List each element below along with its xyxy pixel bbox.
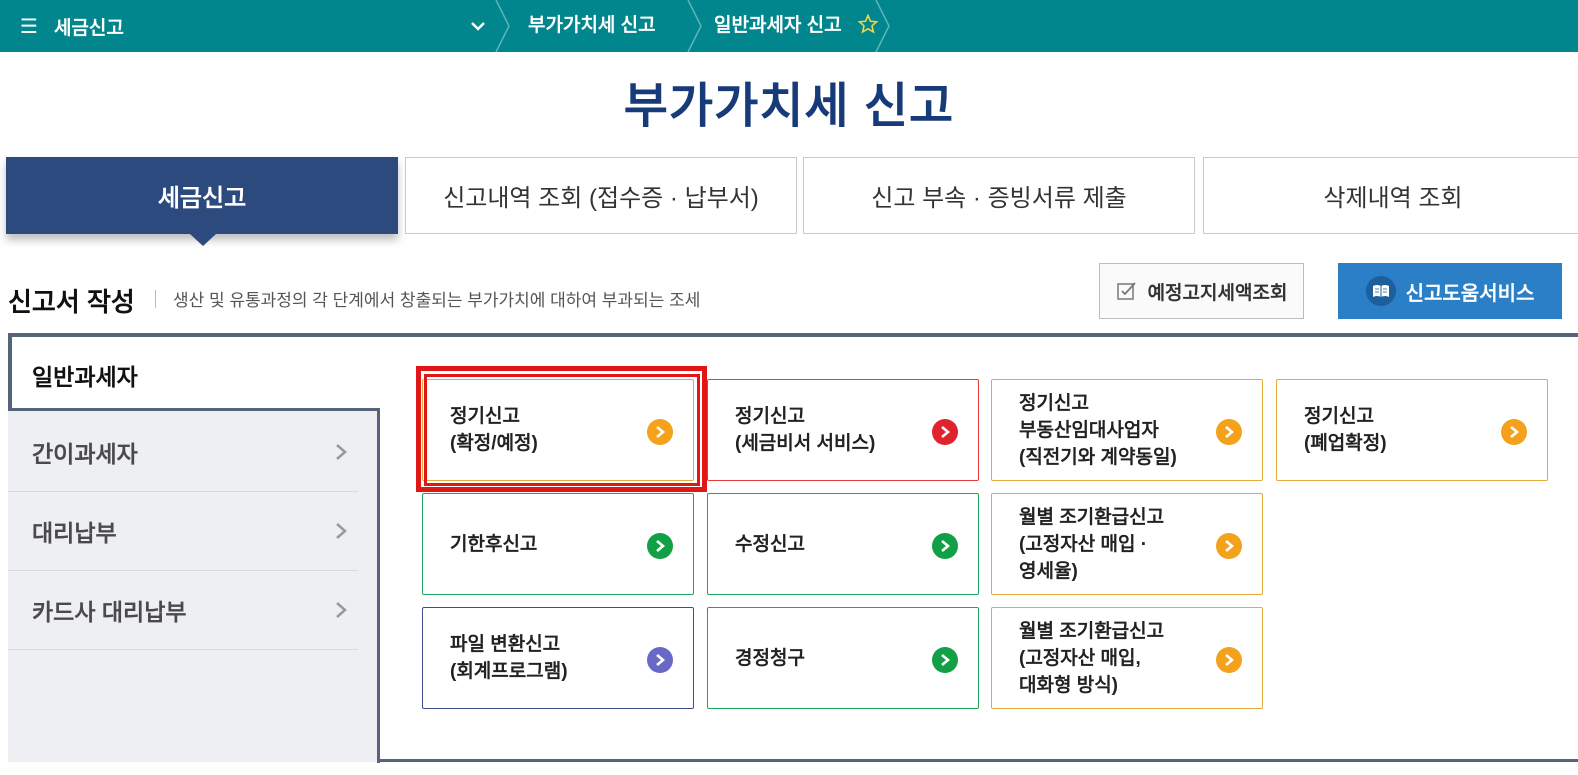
card-label: 정기신고 (세금비서 서비스) <box>735 380 875 480</box>
sidebar-item-label: 간이과세자 <box>32 440 138 467</box>
tab-tax-report[interactable]: 세금신고 <box>6 157 398 234</box>
card-regular-report-real-estate-rental[interactable]: 정기신고 부동산임대사업자 (직전기와 계약동일) <box>991 379 1263 481</box>
card-label-line: (폐업확정) <box>1304 433 1387 454</box>
card-regular-report-tax-secretary[interactable]: 정기신고 (세금비서 서비스) <box>707 379 979 481</box>
card-label: 정기신고 (폐업확정) <box>1304 380 1387 480</box>
page-title: 부가가치세 신고 <box>623 80 955 133</box>
chevron-right-icon <box>336 523 347 539</box>
card-label-line: 수정신고 <box>735 533 805 555</box>
card-label-line: (확정/예정) <box>450 433 538 454</box>
section-description: 생산 및 유통과정의 각 단계에서 창출되는 부가가치에 대하여 부과되는 조세 <box>173 291 701 310</box>
card-label-line: 영세율) <box>1019 560 1078 582</box>
section-divider <box>155 290 156 308</box>
card-label-line: 월별 조기환급신고 <box>1019 620 1165 642</box>
arrow-right-circle-icon <box>932 419 958 445</box>
card-label-line: 정기신고 <box>1019 392 1089 414</box>
card-label-line: (회계프로그램) <box>450 661 568 682</box>
chevron-right-icon <box>336 444 347 460</box>
hamburger-icon: ☰ <box>20 15 38 38</box>
card-monthly-early-refund-interactive[interactable]: 월별 조기환급신고 (고정자산 매입, 대화형 방식) <box>991 607 1263 709</box>
top-navigation-bar: ☰ 세금신고 부가가치세 신고 일반과세자 신고 <box>0 0 1578 52</box>
card-label: 정기신고 부동산임대사업자 (직전기와 계약동일) <box>1019 380 1177 480</box>
card-regular-report-business-closure[interactable]: 정기신고 (폐업확정) <box>1276 379 1548 481</box>
scheduled-notice-lookup-button[interactable]: 예정고지세액조회 <box>1099 263 1304 319</box>
tab-deleted-history[interactable]: 삭제내역 조회 <box>1203 157 1578 234</box>
card-file-conversion-report[interactable]: 파일 변환신고 (회계프로그램) <box>422 607 694 709</box>
card-label-line: (고정자산 매입, <box>1019 647 1141 669</box>
book-icon <box>1365 276 1396 306</box>
card-amended-report[interactable]: 수정신고 <box>707 493 979 595</box>
card-label-line: 대화형 방식) <box>1019 674 1119 696</box>
arrow-right-circle-icon <box>932 647 958 673</box>
card-label-line: 경정청구 <box>735 647 805 669</box>
arrow-right-circle-icon <box>647 419 673 445</box>
card-label: 정기신고 (확정/예정) <box>450 380 538 480</box>
sidebar-item-card-proxy-payment[interactable]: 카드사 대리납부 <box>8 570 358 650</box>
arrow-right-circle-icon <box>647 647 673 673</box>
card-late-report[interactable]: 기한후신고 <box>422 493 694 595</box>
menu-label: 세금신고 <box>53 17 124 39</box>
card-label: 월별 조기환급신고 (고정자산 매입, 대화형 방식) <box>1019 608 1164 708</box>
breadcrumb-vat-report[interactable]: 부가가치세 신고 <box>528 12 656 40</box>
checkbox-edit-icon <box>1116 282 1136 300</box>
tab-report-history[interactable]: 신고내역 조회 (접수증 · 납부서) <box>405 157 797 234</box>
arrow-right-circle-icon <box>1216 647 1242 673</box>
card-monthly-early-refund-zero-rate[interactable]: 월별 조기환급신고 (고정자산 매입 · 영세율) <box>991 493 1263 595</box>
sidebar-item-label: 카드사 대리납부 <box>32 598 187 625</box>
arrow-right-circle-icon <box>932 533 958 559</box>
sidebar-active-label: 일반과세자 <box>32 364 138 390</box>
notice-button-label: 예정고지세액조회 <box>1147 282 1288 304</box>
breadcrumb-separator-icon <box>495 0 510 52</box>
card-label: 월별 조기환급신고 (고정자산 매입 · 영세율) <box>1019 494 1164 594</box>
card-label-line: 월별 조기환급신고 <box>1019 506 1165 528</box>
card-label-line: (직전기와 계약동일) <box>1019 446 1177 468</box>
card-label: 수정신고 <box>735 494 805 594</box>
chevron-down-icon[interactable] <box>468 16 488 36</box>
card-label-line: 정기신고 <box>450 406 520 427</box>
sidebar-item-simplified-taxpayer[interactable]: 간이과세자 <box>8 412 358 492</box>
help-button-label: 신고도움서비스 <box>1405 282 1535 305</box>
card-label-line: (고정자산 매입 · <box>1019 533 1148 555</box>
card-label-line: 정기신고 <box>735 406 805 427</box>
section-title: 신고서 작성 <box>8 287 135 317</box>
sidebar-item-proxy-payment[interactable]: 대리납부 <box>8 491 358 571</box>
breadcrumb-separator-icon <box>687 0 702 52</box>
breadcrumb-general-taxpayer[interactable]: 일반과세자 신고 <box>714 12 842 40</box>
arrow-right-circle-icon <box>1216 533 1242 559</box>
card-correction-claim[interactable]: 경정청구 <box>707 607 979 709</box>
menu-button[interactable]: ☰ 세금신고 <box>20 12 124 40</box>
card-label-line: 파일 변환신고 <box>450 634 561 655</box>
card-label-line: 정기신고 <box>1304 406 1374 427</box>
panel-divider <box>377 408 380 763</box>
card-regular-report[interactable]: 정기신고 (확정/예정) <box>422 379 694 481</box>
tab-attachment-submit[interactable]: 신고 부속 · 증빙서류 제출 <box>803 157 1195 234</box>
card-label: 파일 변환신고 (회계프로그램) <box>450 608 568 708</box>
card-label-line: 기한후신고 <box>450 533 538 555</box>
active-tab-pointer <box>190 234 216 246</box>
breadcrumb-separator-icon <box>875 0 890 52</box>
panel-bottom-border <box>377 759 1578 762</box>
arrow-right-circle-icon <box>1216 419 1242 445</box>
report-help-service-button[interactable]: 신고도움서비스 <box>1338 263 1562 319</box>
arrow-right-circle-icon <box>647 533 673 559</box>
card-label: 기한후신고 <box>450 494 537 594</box>
card-label: 경정청구 <box>735 608 805 708</box>
sidebar-item-label: 대리납부 <box>32 519 117 546</box>
card-label-line: 부동산임대사업자 <box>1019 419 1159 441</box>
arrow-right-circle-icon <box>1501 419 1527 445</box>
card-label-line: (세금비서 서비스) <box>735 433 876 454</box>
chevron-right-icon <box>336 602 347 618</box>
